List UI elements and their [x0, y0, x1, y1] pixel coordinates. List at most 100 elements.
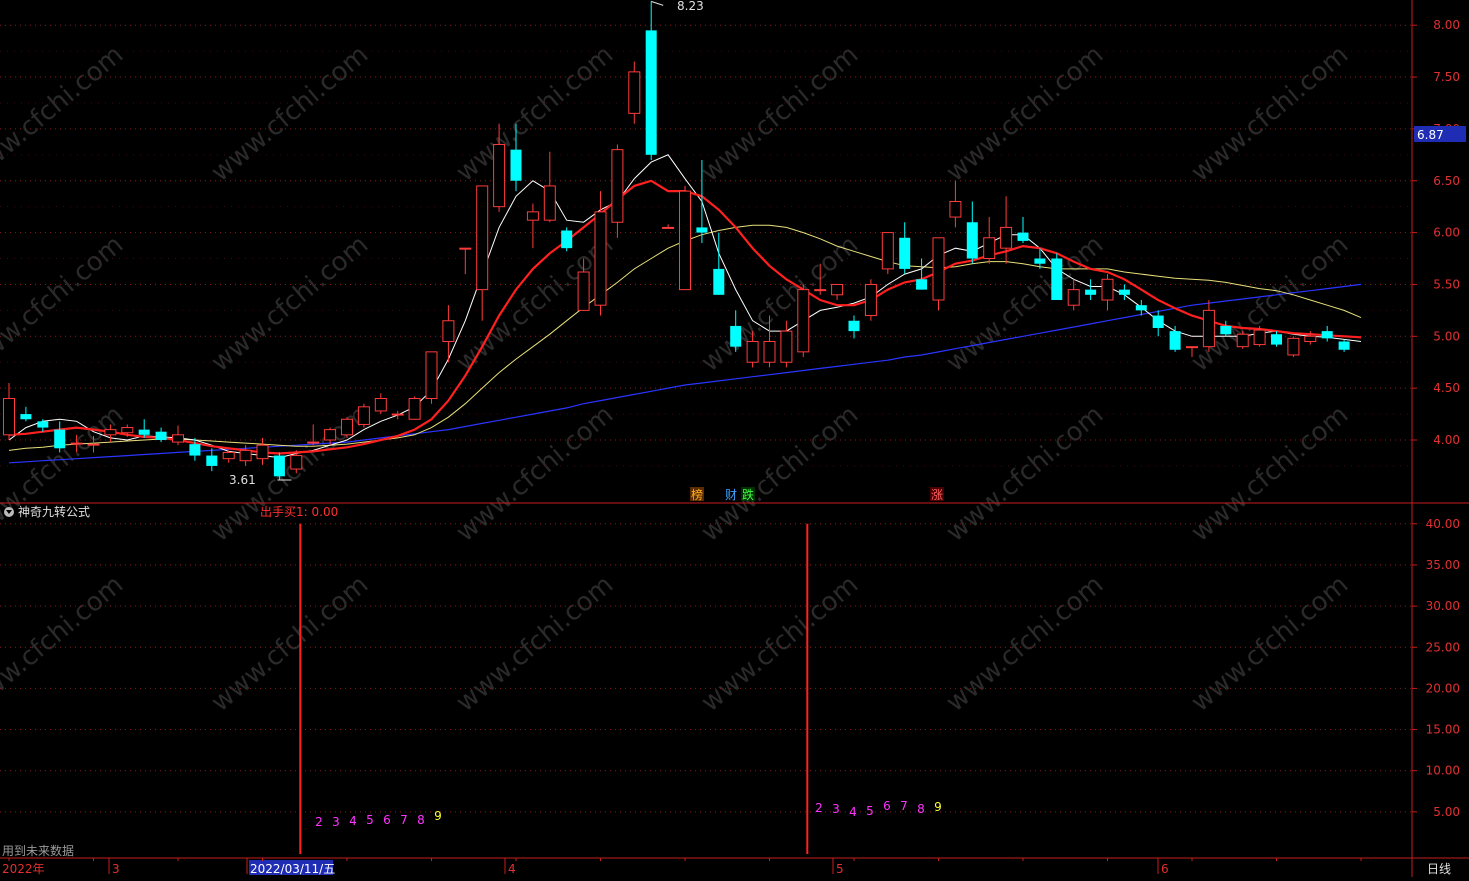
candle-body — [357, 406, 370, 425]
event-marker[interactable]: 榜 — [691, 487, 703, 502]
candle-body — [37, 421, 49, 428]
candle-body — [138, 429, 150, 435]
candle-body — [1287, 337, 1300, 356]
count-number: 8 — [417, 813, 425, 827]
candle-body — [645, 30, 657, 155]
candle-body — [324, 429, 337, 441]
candle-body — [543, 185, 556, 221]
candle[interactable] — [1236, 331, 1249, 349]
candle-body — [797, 289, 810, 353]
y-tick-label: 25.00 — [1426, 640, 1460, 654]
candle-body — [763, 340, 776, 363]
count-number: 7 — [900, 799, 908, 813]
candle-body — [476, 185, 489, 291]
candle[interactable] — [357, 403, 370, 428]
count-number: 3 — [832, 802, 840, 816]
y-tick-label: 35.00 — [1426, 558, 1460, 572]
candle[interactable] — [408, 396, 421, 420]
period-label[interactable]: 日线 — [1427, 862, 1451, 876]
candle-body — [1304, 335, 1317, 342]
y-tick-label: 7.50 — [1433, 70, 1460, 84]
candle-body — [425, 351, 438, 400]
candle[interactable] — [1051, 253, 1063, 301]
candle-body — [864, 283, 877, 317]
candle-body — [983, 237, 996, 260]
candle-body — [526, 211, 539, 221]
count-number: 5 — [866, 804, 874, 818]
candle-body — [561, 230, 573, 249]
candle[interactable] — [797, 284, 810, 358]
high-price-label: 8.23 — [677, 0, 704, 13]
candle-body — [1236, 333, 1249, 348]
candle[interactable] — [864, 279, 877, 321]
count-number: 2 — [315, 815, 323, 829]
candle[interactable] — [341, 417, 353, 438]
y-tick-label: 6.50 — [1433, 174, 1460, 188]
candle-body — [87, 443, 100, 446]
candle-body — [1338, 341, 1350, 350]
x-tick-label: 2022年 — [2, 862, 45, 876]
candle-body — [746, 340, 759, 363]
future-data-note: 用到未来数据 — [2, 843, 74, 858]
count-number: 9 — [934, 800, 942, 814]
candle-body — [391, 413, 404, 416]
event-marker[interactable]: 跌 — [742, 487, 754, 502]
y-tick-label: 4.00 — [1433, 433, 1460, 447]
candle-body — [3, 398, 15, 436]
candle-body — [881, 232, 894, 270]
candle[interactable] — [1287, 336, 1300, 358]
candle-body — [1253, 329, 1266, 346]
candle-body — [408, 398, 421, 420]
x-tick-label: 3 — [112, 862, 120, 876]
candle-body — [20, 414, 32, 420]
candle-body — [1186, 346, 1198, 349]
count-number: 6 — [383, 813, 391, 827]
candle-body — [899, 237, 911, 269]
candle-body — [189, 444, 201, 456]
candle-body — [493, 143, 506, 208]
x-tick-label: 2022/03/11/五 — [250, 862, 335, 876]
stock-chart-root: www.cfchi.com www.cfchi.com www.cfchi.com w… — [0, 0, 1469, 877]
x-tick-label: 5 — [836, 862, 844, 876]
candle-body — [273, 455, 285, 477]
candle-body — [662, 226, 675, 229]
candle[interactable] — [273, 452, 285, 481]
event-marker[interactable]: 涨 — [931, 487, 943, 502]
candle-body — [831, 283, 844, 296]
indicator-title[interactable]: 神奇九转公式 — [18, 504, 90, 519]
candle[interactable] — [561, 227, 573, 252]
candle-body — [442, 320, 455, 342]
candle-body — [307, 441, 320, 444]
candle-body — [1152, 315, 1164, 329]
candle-body — [1135, 305, 1147, 311]
x-tick-label: 6 — [1161, 862, 1169, 876]
candle-body — [1067, 289, 1080, 306]
count-number: 9 — [434, 809, 442, 823]
candle-body — [1271, 334, 1282, 345]
candle[interactable] — [679, 185, 691, 291]
x-tick-label: 4 — [508, 862, 516, 876]
candle-body — [239, 449, 252, 462]
y-tick-label: 20.00 — [1426, 681, 1460, 695]
candle-body — [730, 325, 742, 347]
y-tick-label: 5.00 — [1433, 329, 1460, 343]
candle[interactable] — [425, 351, 438, 404]
count-number: 5 — [366, 813, 374, 827]
candle-body — [1017, 232, 1029, 241]
candle-body — [121, 427, 134, 434]
candle-body — [679, 190, 691, 291]
event-marker[interactable]: 财 — [725, 488, 737, 502]
candle-body — [577, 271, 590, 311]
candle-body — [222, 451, 235, 460]
chart-canvas[interactable]: www.cfchi.com www.cfchi.com www.cfchi.com w… — [0, 0, 1469, 877]
candle[interactable] — [932, 237, 945, 311]
candle-body — [1051, 258, 1063, 301]
count-number: 8 — [917, 802, 925, 816]
candle-body — [172, 434, 184, 443]
candle-body — [696, 227, 708, 233]
candle-body — [932, 237, 945, 301]
last-price-label: 6.87 — [1417, 128, 1444, 142]
count-number: 2 — [815, 801, 823, 815]
candle[interactable] — [881, 232, 894, 275]
y-tick-label: 8.00 — [1433, 18, 1460, 32]
